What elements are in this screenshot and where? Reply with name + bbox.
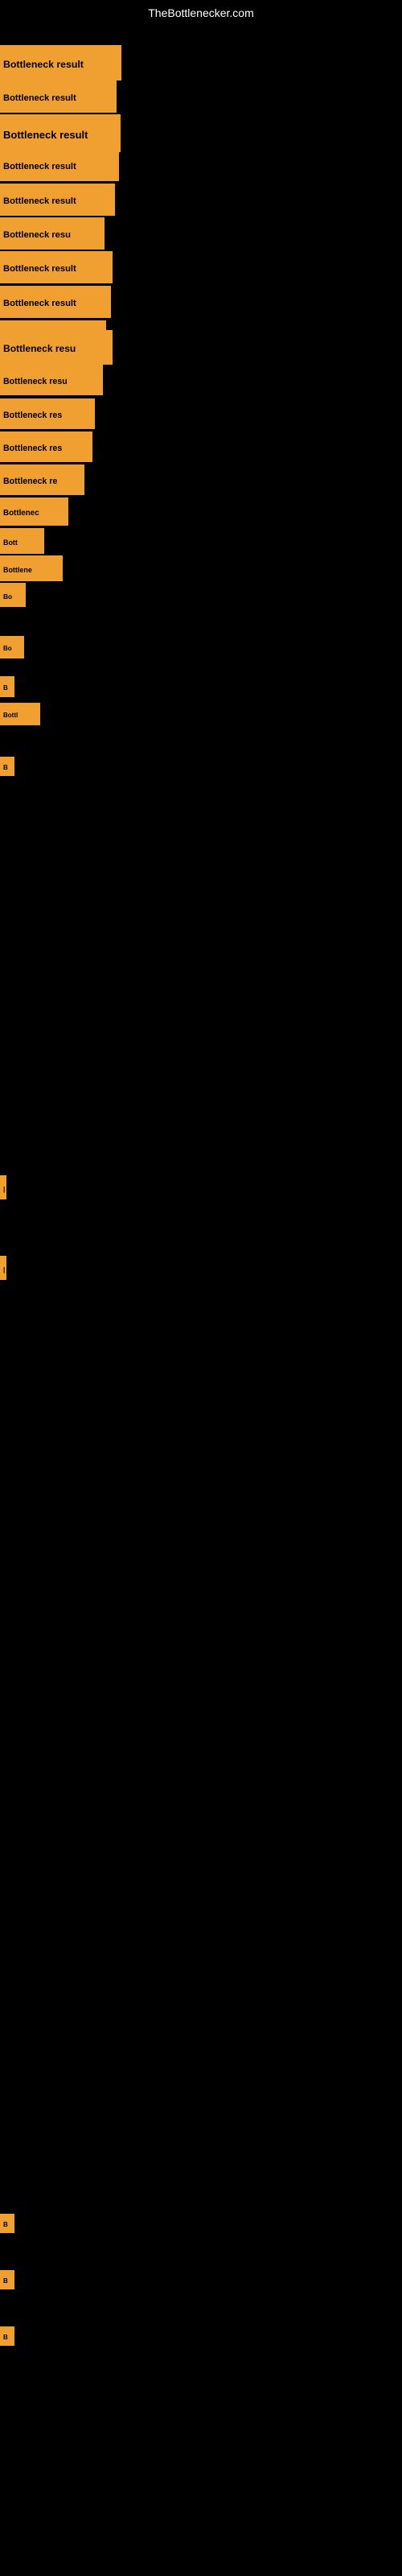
bottleneck-label-26: B — [0, 2326, 14, 2346]
bottleneck-label-20: Bottl — [0, 703, 40, 725]
bottleneck-label-7: Bottleneck result — [0, 286, 111, 318]
bottleneck-label-0: Bottleneck result — [0, 45, 121, 80]
site-title: TheBottlenecker.com — [148, 6, 254, 19]
bottleneck-label-13: Bottleneck re — [0, 464, 84, 495]
bottleneck-label-19: B — [0, 676, 14, 697]
bottleneck-label-5: Bottleneck resu — [0, 217, 105, 250]
bottleneck-label-3: Bottleneck result — [0, 149, 119, 181]
bottleneck-label-16: Bottlene — [0, 555, 63, 581]
bottleneck-label-1: Bottleneck result — [0, 80, 117, 113]
bottleneck-label-11: Bottleneck res — [0, 398, 95, 429]
bottleneck-label-9: Bottleneck resu — [0, 330, 113, 365]
bottleneck-label-2: Bottleneck result — [0, 114, 121, 152]
bottleneck-label-17: Bo — [0, 583, 26, 607]
bottleneck-label-24: B — [0, 2214, 14, 2233]
bottleneck-label-10: Bottleneck resu — [0, 365, 103, 395]
bottleneck-label-25: B — [0, 2270, 14, 2289]
bottleneck-label-23: | — [0, 1256, 6, 1280]
bottleneck-label-22: | — [0, 1175, 6, 1199]
bottleneck-label-12: Bottleneck res — [0, 431, 92, 462]
bottleneck-label-14: Bottlenec — [0, 497, 68, 526]
bottleneck-label-4: Bottleneck result — [0, 184, 115, 216]
bottleneck-label-15: Bott — [0, 528, 44, 554]
bottleneck-label-21: B — [0, 757, 14, 776]
bottleneck-label-6: Bottleneck result — [0, 251, 113, 283]
bottleneck-label-18: Bo — [0, 636, 24, 658]
